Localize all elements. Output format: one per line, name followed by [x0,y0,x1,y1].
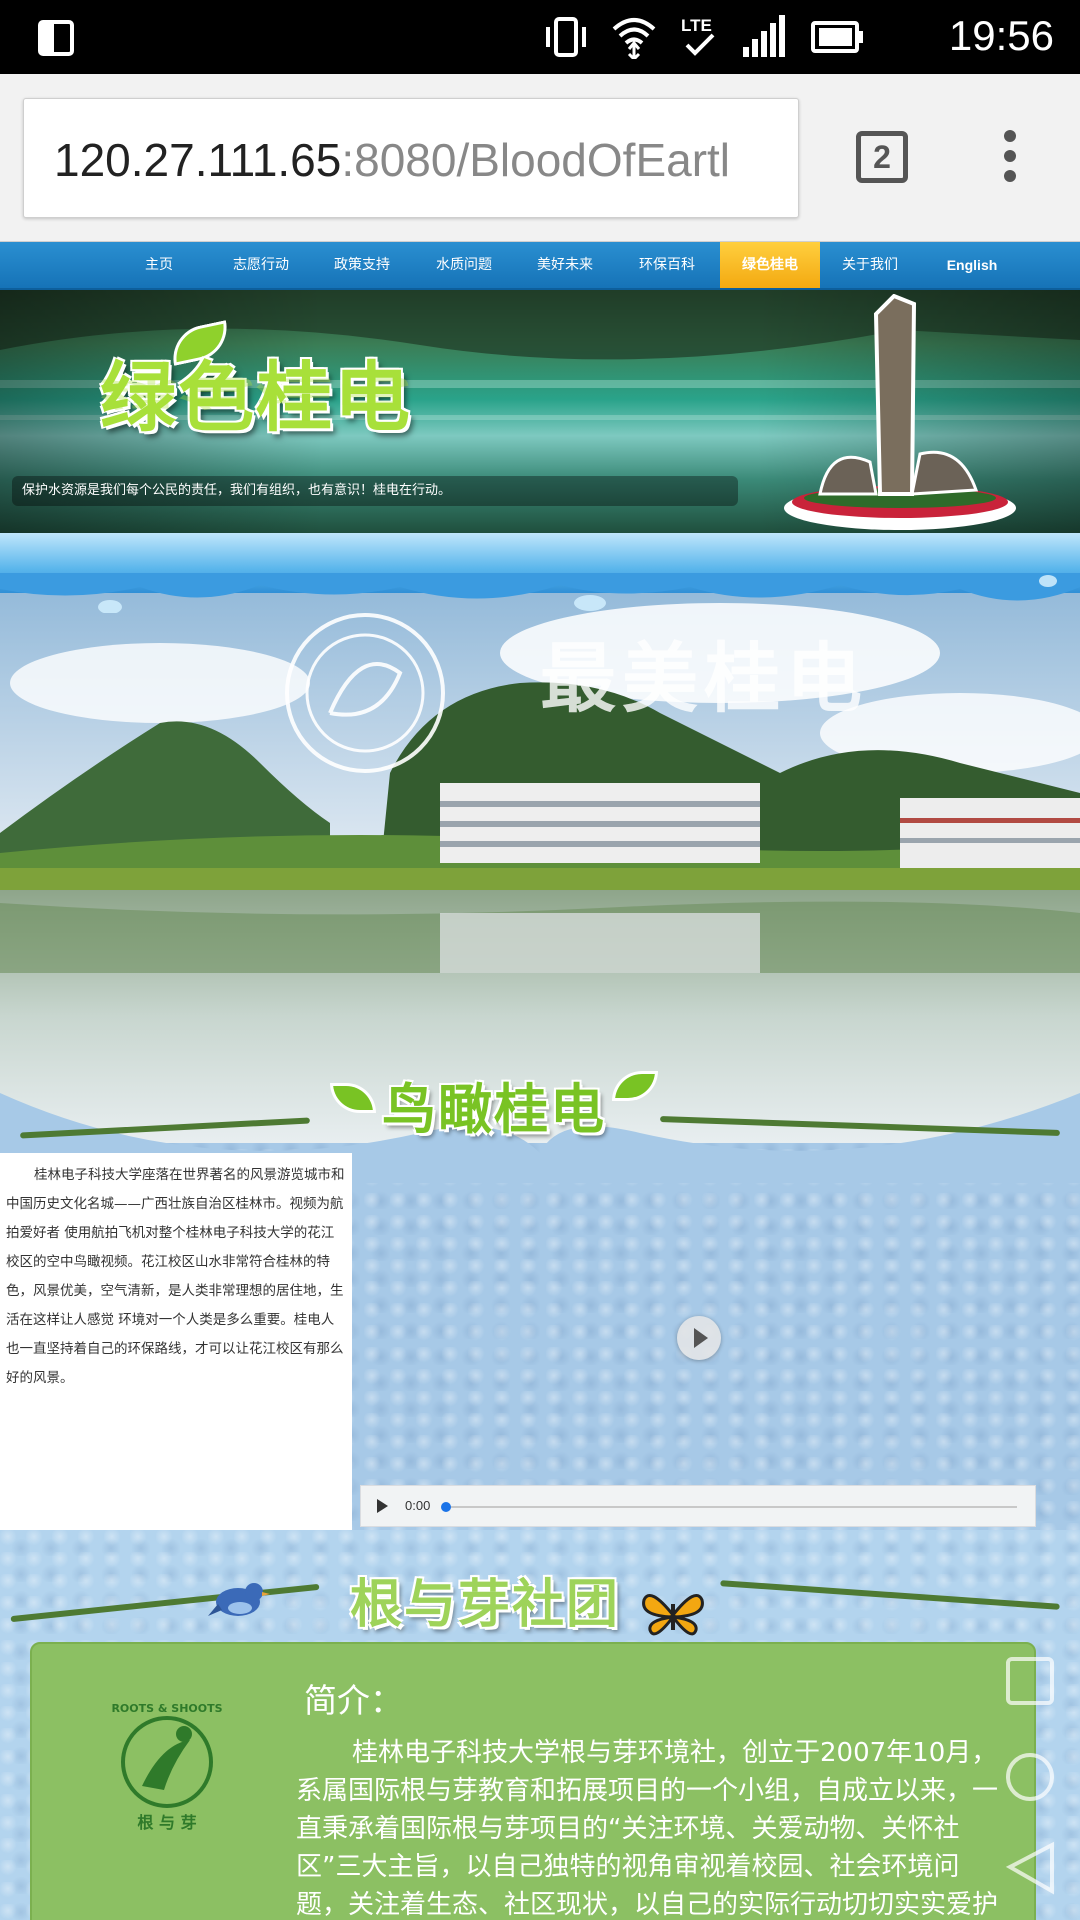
nav-item-english[interactable]: English [924,242,1020,288]
bird-icon [208,1583,270,1616]
nav-item-volunteer[interactable]: 志愿行动 [213,242,309,288]
screen-rotation-icon [36,18,76,58]
recents-icon[interactable] [1006,1657,1054,1705]
audio-time: 0:00 [405,1498,431,1513]
overflow-menu-icon[interactable] [998,130,1022,190]
back-icon[interactable] [1005,1841,1054,1895]
home-icon[interactable] [1006,1753,1054,1801]
aerial-heading: 鸟瞰桂电 [330,1061,660,1141]
aerial-description: 桂林电子科技大学座落在世界著名的风景游览城市和中国历史文化名城——广西壮族自治区… [6,1167,345,1386]
nav-item-future[interactable]: 美好未来 [517,242,613,288]
nav-item-encyclopedia[interactable]: 环保百科 [619,242,715,288]
battery-icon [811,21,863,53]
status-time: 19:56 [948,12,1054,59]
audio-progress-track[interactable] [445,1506,1017,1508]
url-host: 120.27.111.65 [54,134,342,186]
url-path: :8080/BloodOfEartl [341,134,731,186]
water-drips [0,573,1080,613]
photo-caption: 最美桂电 [540,634,868,723]
nav-item-policy[interactable]: 政策支持 [314,242,410,288]
banner-title-reflection: 绿色桂电 [100,372,412,413]
roots-shoots-section: 根与芽社团 根 与 芽 ROOTS & SHOOTS 简介： 桂林电子科技大学根… [0,1530,1080,1920]
intro-card: 根 与 芽 ROOTS & SHOOTS 简介： 桂林电子科技大学根与芽环境社，… [30,1642,1036,1920]
campus-photo: 最美桂电 [0,573,1080,1143]
video-play-button[interactable] [677,1316,721,1360]
browser-toolbar: 120.27.111.65:8080/BloodOfEartl 2 [0,74,1080,242]
roots-shoots-logo: 根 与 芽 ROOTS & SHOOTS [111,1702,222,1832]
svg-text:ROOTS & SHOOTS: ROOTS & SHOOTS [111,1702,222,1715]
aerial-description-card: 桂林电子科技大学座落在世界著名的风景游览城市和中国历史文化名城——广西壮族自治区… [0,1153,352,1530]
banner-slogan: 保护水资源是我们每个公民的责任，我们有组织，也有意识！桂电在行动。 [12,476,738,506]
audio-player[interactable]: 0:00 [360,1485,1036,1527]
svg-text:LTE: LTE [681,16,712,35]
tab-switcher-button[interactable]: 2 [856,131,908,183]
leaf-icon [330,1083,376,1113]
campus-monument-image [784,294,1016,530]
roots-heading: 根与芽社团 [350,1575,621,1635]
intro-title: 简介： [304,1681,403,1720]
page-banner: 绿色桂电 绿色桂电 保护水资源是我们每个公民的责任，我们有组织，也有意识！桂电在… [0,290,1080,533]
nav-item-green-guidian[interactable]: 绿色桂电 [720,242,820,288]
status-bar: LTE 19:56 [0,0,1080,74]
signal-icon [743,15,785,57]
audio-progress-handle[interactable] [441,1502,451,1512]
nav-item-about[interactable]: 关于我们 [822,242,918,288]
svg-text:根 与 芽: 根 与 芽 [137,1813,196,1832]
butterfly-icon [642,1594,704,1636]
site-nav: 主页 志愿行动 政策支持 水质问题 美好未来 环保百科 绿色桂电 关于我们 En… [0,242,1080,290]
intro-body: 桂林电子科技大学根与芽环境社，创立于2007年10月，系属国际根与芽教育和拓展项… [296,1738,999,1920]
aerial-section: 最美桂电 鸟瞰桂电 桂林电子科技大学座落在世界著名的风景游览城市和中国历史文化名… [0,533,1080,1530]
nav-item-water-quality[interactable]: 水质问题 [416,242,512,288]
audio-play-button[interactable] [377,1499,388,1513]
status-icons: LTE [543,14,865,60]
wifi-icon [612,18,656,59]
aerial-heading-text: 鸟瞰桂电 [382,1078,606,1141]
url-text: 120.27.111.65:8080/BloodOfEartl [54,133,730,187]
address-bar[interactable]: 120.27.111.65:8080/BloodOfEartl [23,98,799,218]
system-nav-overlay[interactable] [1002,1655,1058,1905]
leaf-icon [612,1071,658,1101]
lte-icon: LTE [681,16,715,56]
vibrate-icon [546,17,586,57]
nav-item-home[interactable]: 主页 [111,242,207,288]
